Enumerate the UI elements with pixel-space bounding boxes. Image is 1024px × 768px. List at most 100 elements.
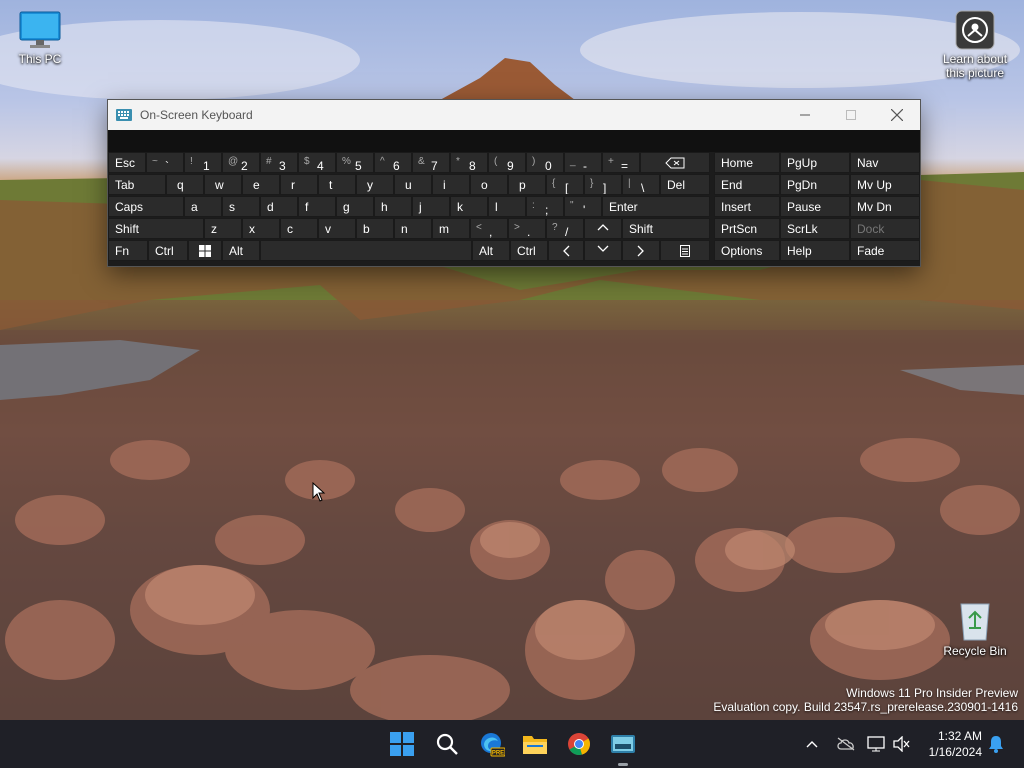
key-home[interactable]: Home [714, 152, 780, 173]
chrome-taskbar-button[interactable] [563, 728, 595, 760]
key-minus[interactable]: _ - [564, 152, 602, 173]
key-alt-right[interactable]: Alt [472, 240, 510, 261]
window-title-bar[interactable]: On-Screen Keyboard [108, 100, 920, 130]
key-k[interactable]: k [450, 196, 488, 217]
key-u[interactable]: u [394, 174, 432, 195]
key-left-bracket[interactable]: {[ [546, 174, 584, 195]
key-pause[interactable]: Pause [780, 196, 850, 217]
maximize-button[interactable] [828, 100, 874, 130]
key-quote[interactable]: " ' [564, 196, 602, 217]
key-l[interactable]: l [488, 196, 526, 217]
key-caps[interactable]: Caps [108, 196, 184, 217]
key-mv-dn[interactable]: Mv Dn [850, 196, 920, 217]
recycle-bin-desktop-icon[interactable]: Recycle Bin [935, 598, 1015, 658]
learn-about-picture-desktop-icon[interactable]: Learn about this picture [935, 10, 1015, 80]
key-0[interactable]: ) 0 [526, 152, 564, 173]
key-m[interactable]: m [432, 218, 470, 239]
key-left-arrow[interactable] [548, 240, 584, 261]
key-comma[interactable]: <, [470, 218, 508, 239]
edge-beta-taskbar-button[interactable]: PRE [476, 728, 508, 760]
this-pc-desktop-icon[interactable]: This PC [0, 10, 80, 66]
key-3[interactable]: #3 [260, 152, 298, 173]
key-insert[interactable]: Insert [714, 196, 780, 217]
key-s[interactable]: s [222, 196, 260, 217]
key-nav[interactable]: Nav [850, 152, 920, 173]
key-shift-left[interactable]: Shift [108, 218, 204, 239]
search-button[interactable] [431, 728, 463, 760]
key-esc[interactable]: Esc [108, 152, 146, 173]
key-backtick[interactable]: ~ ` [146, 152, 184, 173]
key-w[interactable]: w [204, 174, 242, 195]
key-t[interactable]: t [318, 174, 356, 195]
key-g[interactable]: g [336, 196, 374, 217]
key-period[interactable]: >. [508, 218, 546, 239]
key-2[interactable]: @2 [222, 152, 260, 173]
key-6[interactable]: ^ 6 [374, 152, 412, 173]
key-o[interactable]: o [470, 174, 508, 195]
key-1[interactable]: ! 1 [184, 152, 222, 173]
key-n[interactable]: n [394, 218, 432, 239]
key-x[interactable]: x [242, 218, 280, 239]
key-pgup[interactable]: PgUp [780, 152, 850, 173]
show-hidden-icons-button[interactable] [800, 720, 824, 768]
key-backspace[interactable] [640, 152, 710, 173]
key-8[interactable]: * 8 [450, 152, 488, 173]
key-end[interactable]: End [714, 174, 780, 195]
key-scrlk[interactable]: ScrLk [780, 218, 850, 239]
key-help[interactable]: Help [780, 240, 850, 261]
key-enter[interactable]: Enter [602, 196, 710, 217]
key-v[interactable]: v [318, 218, 356, 239]
key-up-arrow[interactable] [584, 218, 622, 239]
taskbar-clock[interactable]: 1:32 AM 1/16/2024 [929, 728, 982, 760]
key-r[interactable]: r [280, 174, 318, 195]
key-h[interactable]: h [374, 196, 412, 217]
start-button[interactable] [386, 728, 418, 760]
onedrive-tray-icon-button[interactable] [834, 720, 858, 768]
key-backslash[interactable]: | \ [622, 174, 660, 195]
key-windows[interactable] [188, 240, 222, 261]
key-f[interactable]: f [298, 196, 336, 217]
key-e[interactable]: e [242, 174, 280, 195]
key-right-bracket[interactable]: }] [584, 174, 622, 195]
key-ctrl-left[interactable]: Ctrl [148, 240, 188, 261]
key-dock[interactable]: Dock [850, 218, 920, 239]
key-del[interactable]: Del [660, 174, 710, 195]
key-j[interactable]: j [412, 196, 450, 217]
key-z[interactable]: z [204, 218, 242, 239]
notifications-button[interactable] [984, 720, 1008, 768]
key-b[interactable]: b [356, 218, 394, 239]
key-i[interactable]: i [432, 174, 470, 195]
key-mv-up[interactable]: Mv Up [850, 174, 920, 195]
key-ctrl-right[interactable]: Ctrl [510, 240, 548, 261]
key-down-arrow[interactable] [584, 240, 622, 261]
key-fn[interactable]: Fn [108, 240, 148, 261]
key-7[interactable]: & 7 [412, 152, 450, 173]
key-tab[interactable]: Tab [108, 174, 166, 195]
key-c[interactable]: c [280, 218, 318, 239]
key-menu[interactable] [660, 240, 710, 261]
key-pgdn[interactable]: PgDn [780, 174, 850, 195]
key-p[interactable]: p [508, 174, 546, 195]
key-a[interactable]: a [184, 196, 222, 217]
key-space[interactable] [260, 240, 472, 261]
key-5[interactable]: % 5 [336, 152, 374, 173]
close-button[interactable] [874, 100, 920, 130]
key-shift-right[interactable]: Shift [622, 218, 710, 239]
network-tray-button[interactable] [864, 720, 888, 768]
key-slash[interactable]: ? / [546, 218, 584, 239]
on-screen-keyboard-taskbar-button[interactable] [607, 728, 639, 766]
key-9[interactable]: (9 [488, 152, 526, 173]
volume-tray-button[interactable] [890, 720, 914, 768]
key-4[interactable]: $4 [298, 152, 336, 173]
key-q[interactable]: q [166, 174, 204, 195]
key-right-arrow[interactable] [622, 240, 660, 261]
minimize-button[interactable] [782, 100, 828, 130]
key-fade[interactable]: Fade [850, 240, 920, 261]
key-d[interactable]: d [260, 196, 298, 217]
file-explorer-taskbar-button[interactable] [519, 728, 551, 760]
key-alt-left[interactable]: Alt [222, 240, 260, 261]
key-equals[interactable]: + = [602, 152, 640, 173]
key-semicolon[interactable]: :; [526, 196, 564, 217]
key-options[interactable]: Options [714, 240, 780, 261]
key-prtscn[interactable]: PrtScn [714, 218, 780, 239]
